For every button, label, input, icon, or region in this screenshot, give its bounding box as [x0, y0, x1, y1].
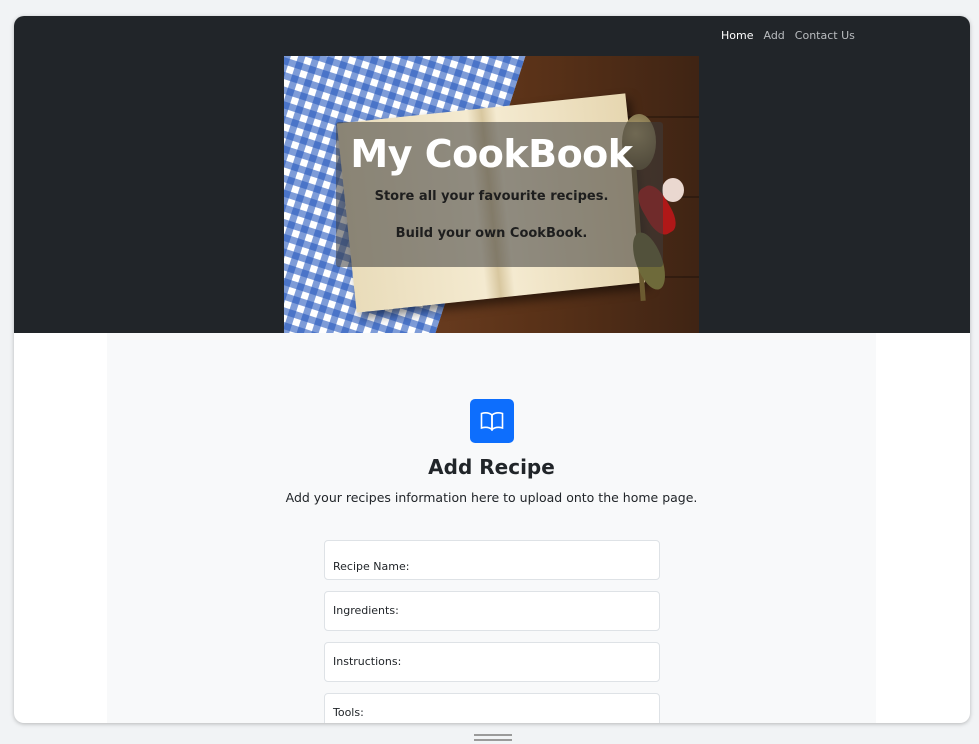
hero-title: My CookBook: [350, 132, 633, 176]
drag-handle[interactable]: [474, 734, 512, 742]
site-header: Home Add Contact Us My CookBook Store al…: [14, 16, 970, 333]
drag-handle-bar: [474, 734, 512, 736]
nav-home-link[interactable]: Home: [721, 29, 753, 42]
tools-textarea[interactable]: [324, 693, 660, 723]
hero-tagline-2: Build your own CookBook.: [395, 226, 588, 241]
hero-banner: My CookBook Store all your favourite rec…: [284, 56, 699, 333]
form-description: Add your recipes information here to upl…: [285, 490, 698, 505]
top-nav: Home Add Contact Us: [721, 29, 855, 42]
recipe-name-input[interactable]: [324, 540, 660, 580]
instructions-textarea[interactable]: [324, 642, 660, 682]
ingredients-textarea[interactable]: [324, 591, 660, 631]
hero-tagline-1: Store all your favourite recipes.: [374, 189, 609, 204]
nav-contact-link[interactable]: Contact Us: [795, 29, 855, 42]
nav-add-link[interactable]: Add: [763, 29, 784, 42]
browser-window: Home Add Contact Us My CookBook Store al…: [14, 16, 970, 723]
add-recipe-section: Add Recipe Add your recipes information …: [107, 333, 876, 723]
open-book-icon: [470, 399, 514, 443]
drag-handle-bar: [474, 739, 512, 741]
form-title: Add Recipe: [428, 455, 555, 479]
